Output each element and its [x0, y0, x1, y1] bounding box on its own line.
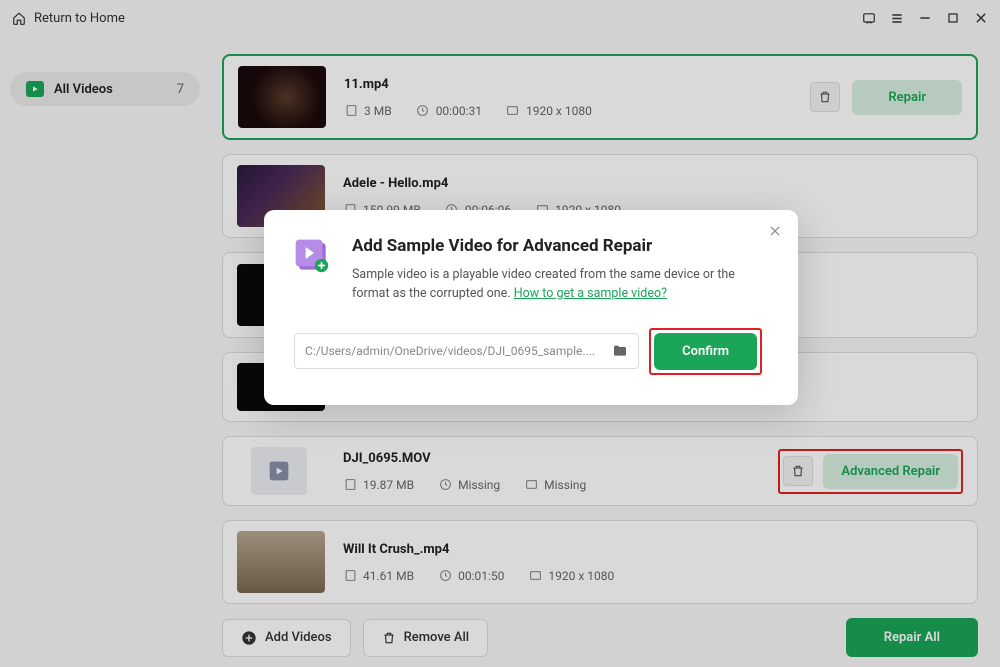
modal-title: Add Sample Video for Advanced Repair: [352, 236, 762, 256]
sample-path-input[interactable]: C:/Users/admin/OneDrive/videos/DJI_0695_…: [294, 333, 639, 369]
confirm-button[interactable]: Confirm: [654, 333, 757, 370]
video-add-icon: [294, 238, 334, 278]
confirm-highlight: Confirm: [649, 328, 762, 375]
modal-close-button[interactable]: [768, 224, 782, 238]
modal-description: Sample video is a playable video created…: [352, 266, 762, 304]
sample-video-help-link[interactable]: How to get a sample video?: [514, 286, 667, 301]
sample-path-value: C:/Users/admin/OneDrive/videos/DJI_0695_…: [305, 344, 595, 358]
add-sample-video-modal: Add Sample Video for Advanced Repair Sam…: [264, 210, 798, 405]
browse-folder-icon[interactable]: [612, 343, 628, 359]
